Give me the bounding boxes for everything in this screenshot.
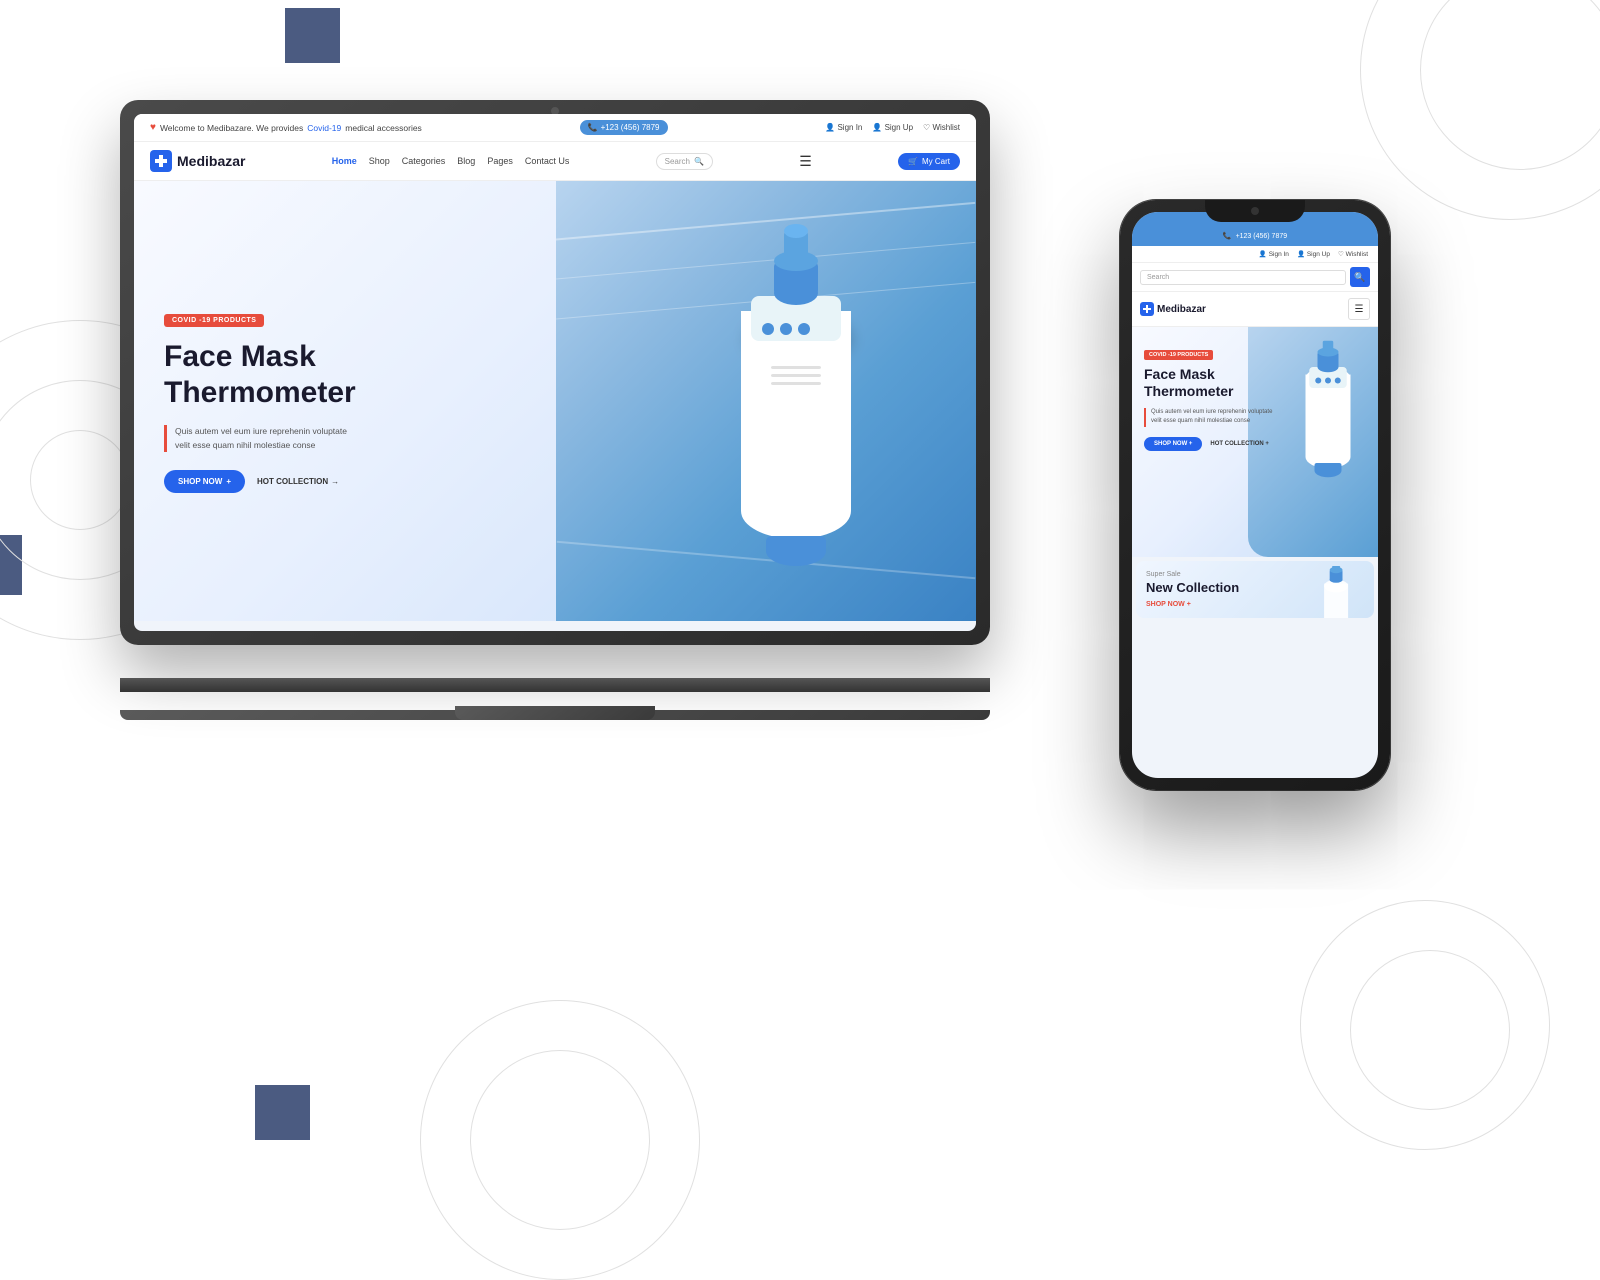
logo-text: Medibazar — [177, 153, 245, 169]
welcome-text: Welcome to Medibazare. We provides — [160, 123, 303, 133]
phone-button[interactable]: 📞 +123 (456) 7879 — [580, 120, 668, 135]
hero-buttons: SHOP NOW + HOT COLLECTION → — [164, 470, 356, 493]
hero-title: Face Mask Thermometer — [164, 339, 356, 411]
nav-home[interactable]: Home — [332, 156, 357, 166]
laptop-screen: ♥ Welcome to Medibazare. We provides Cov… — [134, 114, 976, 631]
heart-icon: ♥ — [150, 122, 156, 133]
laptop-body: ♥ Welcome to Medibazare. We provides Cov… — [120, 100, 990, 645]
phone-hero-title: Face Mask Thermometer — [1144, 366, 1284, 400]
phone-hamburger-icon[interactable]: ☰ — [1348, 298, 1370, 320]
covid-badge: COVID -19 PRODUCTS — [164, 314, 264, 327]
hot-arrow-icon: → — [331, 477, 339, 486]
search-icon: 🔍 — [694, 157, 704, 166]
phone-search-placeholder: Search — [1147, 274, 1169, 281]
topbar-right: 👤 Sign In 👤 Sign Up ♡ Wishlist — [825, 123, 960, 132]
phone-phone-icon: 📞 — [1223, 232, 1232, 240]
phone-search-button[interactable]: 🔍 — [1350, 267, 1370, 287]
sale-title: New Collection — [1146, 580, 1364, 595]
phone-device: 📞 +123 (456) 7879 👤 Sign In 👤 Sign Up ♡ … — [1120, 200, 1390, 800]
super-sale-label: Super Sale — [1146, 571, 1364, 578]
nav-blog[interactable]: Blog — [457, 156, 475, 166]
logo-icon — [150, 150, 172, 172]
phone-wishlist[interactable]: ♡ Wishlist — [1338, 250, 1368, 258]
phone-notch — [1205, 200, 1305, 222]
phone-signup[interactable]: 👤 Sign Up — [1297, 250, 1330, 258]
phone-icon: 📞 — [588, 123, 598, 132]
hero-content: COVID -19 PRODUCTS Face Mask Thermometer… — [164, 309, 356, 493]
phone-hero: COVID -19 PRODUCTS Face Mask Thermometer… — [1132, 327, 1378, 557]
phone-search-icon: 🔍 — [1354, 272, 1365, 283]
laptop-search-bar[interactable]: Search 🔍 — [656, 153, 713, 170]
phone-search-row: Search 🔍 — [1132, 263, 1378, 292]
topbar-left: ♥ Welcome to Medibazare. We provides Cov… — [150, 122, 422, 133]
nav-shop[interactable]: Shop — [369, 156, 390, 166]
shop-arrow-icon: + — [226, 477, 231, 486]
phone-number: +123 (456) 7879 — [1236, 233, 1288, 240]
cart-label: My Cart — [922, 157, 950, 166]
hamburger-icon[interactable]: ☰ — [799, 153, 812, 170]
phone-sale-section: Super Sale New Collection SHOP NOW + — [1136, 561, 1374, 618]
hero-description: Quis autem vel eum iure reprehenin volup… — [164, 425, 356, 452]
phone-body: 📞 +123 (456) 7879 👤 Sign In 👤 Sign Up ♡ … — [1120, 200, 1390, 790]
sale-shop-now[interactable]: SHOP NOW + — [1146, 601, 1364, 608]
phone-covid-badge: COVID -19 PRODUCTS — [1144, 350, 1213, 360]
search-placeholder: Search — [665, 157, 690, 166]
topbar-signup[interactable]: 👤 Sign Up — [872, 123, 913, 132]
phone-signin[interactable]: 👤 Sign In — [1259, 250, 1289, 258]
phone-shop-now-button[interactable]: SHOP NOW + — [1144, 437, 1202, 451]
phone-logo-icon — [1140, 302, 1154, 316]
phone-navbar: Medibazar ☰ — [1132, 292, 1378, 327]
laptop-topbar: ♥ Welcome to Medibazare. We provides Cov… — [134, 114, 976, 142]
phone-screen: 📞 +123 (456) 7879 👤 Sign In 👤 Sign Up ♡ … — [1132, 212, 1378, 778]
rest-text: medical accessories — [345, 123, 422, 133]
nav-pages[interactable]: Pages — [487, 156, 513, 166]
topbar-wishlist[interactable]: ♡ Wishlist — [923, 123, 960, 132]
sale-content: Super Sale New Collection SHOP NOW + — [1146, 571, 1364, 608]
laptop-navbar: Medibazar Home Shop Categories Blog Page… — [134, 142, 976, 181]
covid-link[interactable]: Covid-19 — [307, 123, 341, 133]
nav-contact[interactable]: Contact Us — [525, 156, 570, 166]
phone-auth-row: 👤 Sign In 👤 Sign Up ♡ Wishlist — [1132, 246, 1378, 263]
topbar-signin[interactable]: 👤 Sign In — [825, 123, 862, 132]
phone-hero-content: COVID -19 PRODUCTS Face Mask Thermometer… — [1144, 343, 1284, 451]
phone-logo-text: Medibazar — [1157, 304, 1206, 315]
nav-categories[interactable]: Categories — [402, 156, 446, 166]
phone-thermometer-image — [1273, 337, 1378, 487]
main-scene: ♥ Welcome to Medibazare. We provides Cov… — [0, 0, 1600, 1200]
phone-search-input[interactable]: Search — [1140, 270, 1346, 285]
thermometer-image — [696, 211, 896, 591]
phone-logo: Medibazar — [1140, 302, 1206, 316]
phone-hot-collection-link[interactable]: HOT COLLECTION + — [1210, 441, 1269, 447]
laptop-device: ♥ Welcome to Medibazare. We provides Cov… — [120, 100, 990, 720]
cart-button[interactable]: 🛒 My Cart — [898, 153, 960, 170]
laptop-logo: Medibazar — [150, 150, 245, 172]
nav-links: Home Shop Categories Blog Pages Contact … — [332, 156, 570, 166]
shop-now-button[interactable]: SHOP NOW + — [164, 470, 245, 493]
phone-hero-desc: Quis autem vel eum iure reprehenin volup… — [1144, 408, 1284, 427]
cart-icon: 🛒 — [908, 157, 918, 166]
laptop-hero: COVID -19 PRODUCTS Face Mask Thermometer… — [134, 181, 976, 621]
hot-collection-link[interactable]: HOT COLLECTION → — [257, 477, 339, 486]
phone-hero-buttons: SHOP NOW + HOT COLLECTION + — [1144, 437, 1284, 451]
